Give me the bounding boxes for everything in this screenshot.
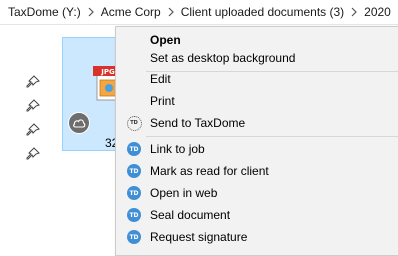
menu-item-print[interactable]: Print xyxy=(116,90,398,112)
menu-item-label: Open xyxy=(150,33,181,47)
menu-item-label: Edit xyxy=(150,72,171,86)
taxdome-outline-icon: TD xyxy=(126,115,142,131)
address-breadcrumb: TaxDome (Y:) Acme Corp Client uploaded d… xyxy=(0,0,398,25)
menu-item-label: Seal document xyxy=(150,208,231,222)
menu-item-label: Print xyxy=(150,94,175,108)
menu-item-edit[interactable]: Edit xyxy=(116,68,398,90)
taxdome-icon-text: TD xyxy=(127,208,141,222)
taxdome-icon-text: TD xyxy=(127,164,141,178)
breadcrumb-drive[interactable]: TaxDome (Y:) xyxy=(0,5,83,19)
selected-file-item[interactable]: JPG 32 xyxy=(62,37,123,151)
cloud-icon xyxy=(68,112,90,134)
taxdome-icon: TD xyxy=(126,163,142,179)
menu-item-set-desktop-background[interactable]: Set as desktop background xyxy=(116,47,398,69)
menu-item-request-signature[interactable]: TD Request signature xyxy=(116,226,398,248)
pin-icon[interactable] xyxy=(26,75,40,89)
taxdome-icon-text: TD xyxy=(127,142,141,156)
menu-item-send-to-taxdome[interactable]: TD Send to TaxDome xyxy=(116,112,398,134)
menu-item-open-in-web[interactable]: TD Open in web xyxy=(116,182,398,204)
chevron-right-icon[interactable] xyxy=(163,4,179,20)
taxdome-icon: TD xyxy=(126,207,142,223)
menu-item-link-to-job[interactable]: TD Link to job xyxy=(116,138,398,160)
pin-icon[interactable] xyxy=(26,147,40,161)
breadcrumb-folder[interactable]: Client uploaded documents (3) xyxy=(179,5,346,19)
taxdome-icon-text: TD xyxy=(127,186,141,200)
menu-item-label: Send to TaxDome xyxy=(150,116,246,130)
pin-icon[interactable] xyxy=(26,99,40,113)
menu-item-seal-document[interactable]: TD Seal document xyxy=(116,204,398,226)
menu-item-label: Set as desktop background xyxy=(150,51,296,65)
breadcrumb-client[interactable]: Acme Corp xyxy=(99,5,163,19)
navigation-pane xyxy=(0,25,48,252)
chevron-right-icon[interactable] xyxy=(83,4,99,20)
breadcrumb-year[interactable]: 2020 xyxy=(362,5,393,19)
taxdome-icon: TD xyxy=(126,185,142,201)
menu-item-mark-as-read[interactable]: TD Mark as read for client xyxy=(116,160,398,182)
taxdome-icon: TD xyxy=(126,229,142,245)
menu-item-label: Open in web xyxy=(150,186,218,200)
context-menu: Open Set as desktop background Edit Prin… xyxy=(115,26,398,256)
menu-item-label: Link to job xyxy=(150,142,205,156)
menu-item-label: Request signature xyxy=(150,230,248,244)
jpg-badge-text: JPG xyxy=(100,68,115,76)
menu-divider xyxy=(146,136,398,137)
taxdome-outline-icon-text: TD xyxy=(126,115,142,131)
taxdome-icon-text: TD xyxy=(127,230,141,244)
taxdome-icon: TD xyxy=(126,141,142,157)
menu-item-label: Mark as read for client xyxy=(150,164,269,178)
pin-icon[interactable] xyxy=(26,123,40,137)
chevron-right-icon[interactable] xyxy=(346,4,362,20)
